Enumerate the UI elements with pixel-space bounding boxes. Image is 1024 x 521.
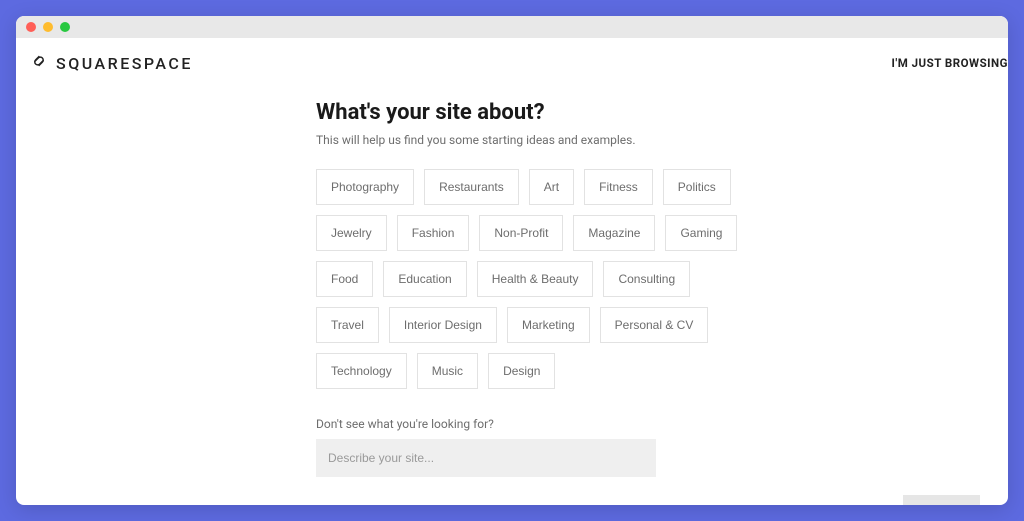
next-button[interactable]: NEXT bbox=[903, 495, 980, 505]
app-header: SQUARESPACE I'M JUST BROWSING bbox=[16, 38, 1008, 88]
onboarding-main: What's your site about? This will help u… bbox=[16, 88, 1008, 505]
category-chip[interactable]: Jewelry bbox=[316, 215, 387, 251]
window-titlebar bbox=[16, 16, 1008, 38]
category-chip[interactable]: Gaming bbox=[665, 215, 737, 251]
window-close-icon[interactable] bbox=[26, 22, 36, 32]
describe-site-input[interactable] bbox=[316, 439, 656, 477]
category-chip[interactable]: Fashion bbox=[397, 215, 470, 251]
category-chip[interactable]: Music bbox=[417, 353, 478, 389]
category-chip[interactable]: Art bbox=[529, 169, 574, 205]
category-chip[interactable]: Magazine bbox=[573, 215, 655, 251]
just-browsing-link[interactable]: I'M JUST BROWSING bbox=[891, 56, 1008, 70]
category-chip[interactable]: Design bbox=[488, 353, 555, 389]
category-chip[interactable]: Photography bbox=[316, 169, 414, 205]
brand-logo[interactable]: SQUARESPACE bbox=[30, 52, 193, 74]
brand-name: SQUARESPACE bbox=[56, 54, 193, 73]
category-chip[interactable]: Non-Profit bbox=[479, 215, 563, 251]
category-chip[interactable]: Personal & CV bbox=[600, 307, 709, 343]
squarespace-logo-icon bbox=[30, 52, 48, 74]
category-chip[interactable]: Food bbox=[316, 261, 373, 297]
category-chip[interactable]: Restaurants bbox=[424, 169, 519, 205]
category-chip[interactable]: Marketing bbox=[507, 307, 590, 343]
alt-prompt-label: Don't see what you're looking for? bbox=[316, 417, 756, 431]
category-chip[interactable]: Fitness bbox=[584, 169, 653, 205]
category-chip[interactable]: Consulting bbox=[603, 261, 690, 297]
category-chip[interactable]: Health & Beauty bbox=[477, 261, 594, 297]
window-zoom-icon[interactable] bbox=[60, 22, 70, 32]
category-chip[interactable]: Travel bbox=[316, 307, 379, 343]
app-window: SQUARESPACE I'M JUST BROWSING What's you… bbox=[16, 16, 1008, 505]
footer-actions: SKIP NEXT bbox=[16, 477, 1008, 505]
category-chip[interactable]: Interior Design bbox=[389, 307, 497, 343]
window-minimize-icon[interactable] bbox=[43, 22, 53, 32]
page-title: What's your site about? bbox=[316, 100, 756, 125]
category-chip[interactable]: Education bbox=[383, 261, 466, 297]
onboarding-content: What's your site about? This will help u… bbox=[316, 100, 756, 477]
page-subtitle: This will help us find you some starting… bbox=[316, 133, 756, 147]
category-chip[interactable]: Technology bbox=[316, 353, 407, 389]
category-chip[interactable]: Politics bbox=[663, 169, 731, 205]
category-chip-group: Photography Restaurants Art Fitness Politics… bbox=[316, 169, 756, 389]
